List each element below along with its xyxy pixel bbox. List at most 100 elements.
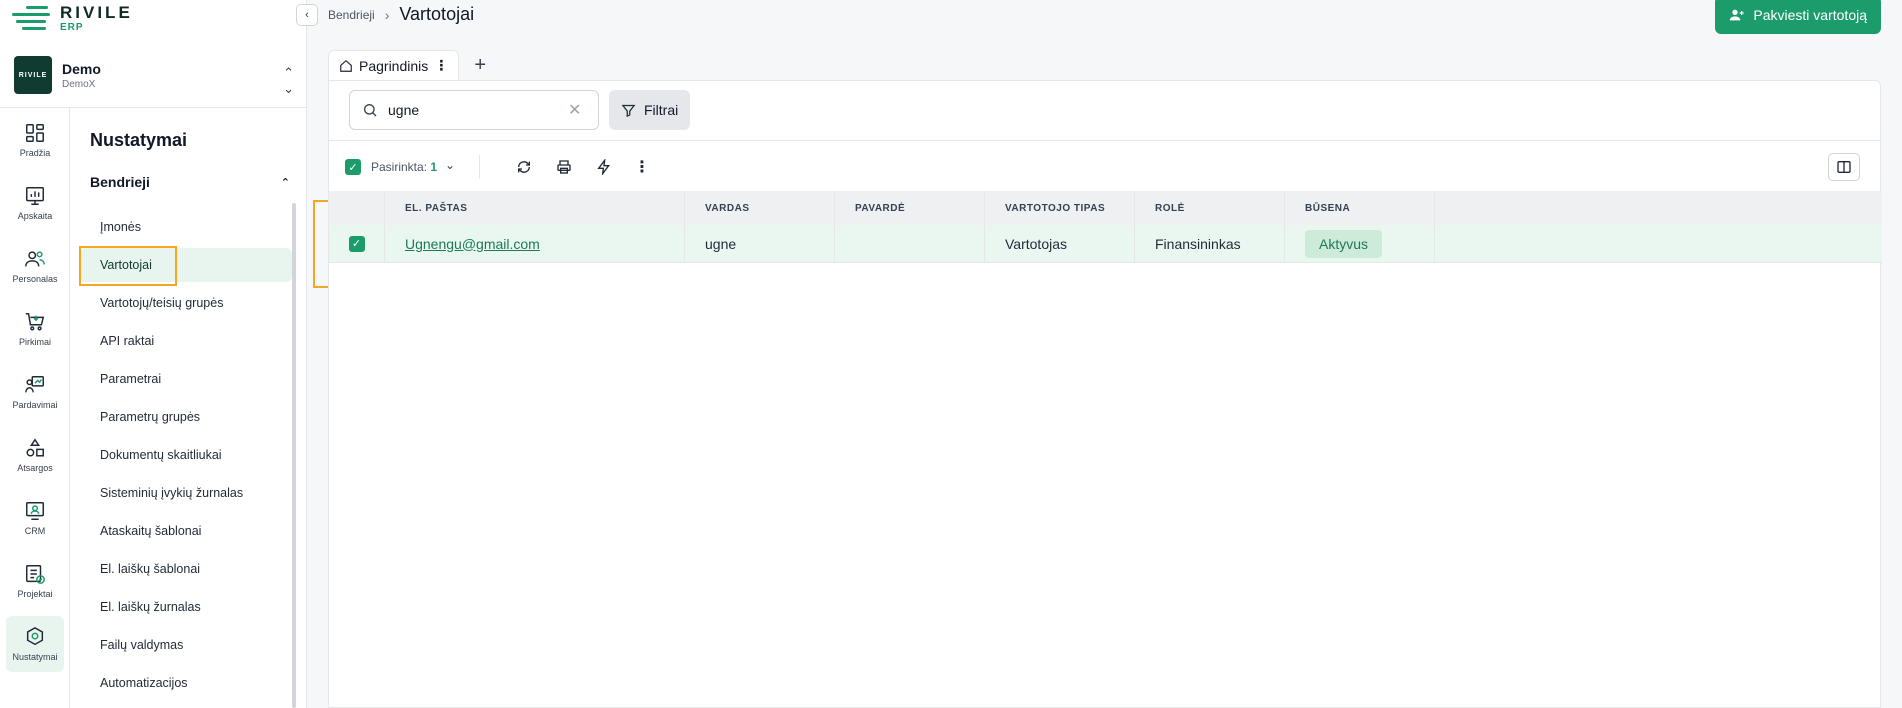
rail-item-pirkimai[interactable]: Pirkimai [6,301,64,357]
tab-pagrindinis[interactable]: Pagrindinis ⋮ [328,50,460,80]
rail-item-pradzia[interactable]: Pradžia [6,112,64,168]
rivile-logo[interactable]: RIVILE ERP [12,4,133,33]
breadcrumb-separator: › [384,6,390,23]
home-icon [340,59,352,72]
invite-user-button[interactable]: Pakviesti vartotoją [1715,0,1881,34]
subnav-item-parametru-grupes[interactable]: Parametrų grupės [80,400,292,434]
print-icon [557,160,571,174]
subnav-item-imones[interactable]: Įmonės [80,210,292,244]
search-field[interactable]: ✕ [349,90,599,130]
subnav-item-grupes[interactable]: Vartotojų/teisių grupės [80,286,292,320]
more-actions-button[interactable]: ⋮ [631,156,653,178]
subnav-item-automatizacijos[interactable]: Automatizacijos [80,666,292,700]
search-icon [364,104,377,117]
subnav-item-laisku-sablonai[interactable]: El. laiškų šablonai [80,552,292,586]
group-bendrieji[interactable]: Bendrieji ⌃ [90,174,290,190]
subnav-item-zurnalas[interactable]: Sisteminių įvykių žurnalas [80,476,292,510]
dashboard-icon [26,124,44,142]
company-logo: RIVILE [14,56,52,94]
users-panel: ✕ Filtrai ✓ Pasirinkta: 1 ⌄ ⋮ [328,80,1882,708]
table-header: EL. PAŠTAS VARDAS PAVARDĖ VARTOTOJO TIPA… [329,191,1882,225]
rail-item-apskaita[interactable]: Apskaita [6,175,64,231]
rail-item-atsargos[interactable]: Atsargos [6,427,64,483]
breadcrumb-bendrieji[interactable]: Bendrieji [328,8,375,22]
chart-icon [26,187,44,205]
column-vardas[interactable]: VARDAS [685,191,835,225]
column-pavarde[interactable]: PAVARDĖ [835,191,985,225]
subnav-item-ataskaitu-sablonai[interactable]: Ataskaitų šablonai [80,514,292,548]
chevron-updown-icon[interactable]: ⌃ ⌄ [283,65,294,97]
filter-icon [621,104,636,117]
filters-button[interactable]: Filtrai [609,90,691,130]
search-input[interactable] [388,102,558,118]
row-select-cell: ✓ [329,225,385,262]
table-row[interactable]: ✓ Ugnengu@gmail.com ugne Vartotojas Fina… [329,225,1882,263]
subnav-scrollbar[interactable] [292,203,296,708]
email-link[interactable]: Ugnengu@gmail.com [405,236,540,252]
logo-mark-icon [12,4,50,32]
column-busena[interactable]: BŪSENA [1285,191,1435,225]
filler-cell [1435,225,1882,262]
rail-item-personalas[interactable]: Personalas [6,238,64,294]
company-switcher[interactable]: RIVILE Demo DemoX ⌃ ⌄ [14,55,294,97]
lightning-icon [597,159,610,175]
first-name-cell: ugne [685,225,835,262]
subnav-item-api-raktai[interactable]: API raktai [80,324,292,358]
print-button[interactable] [553,156,575,178]
users-table: EL. PAŠTAS VARDAS PAVARDĖ VARTOTOJO TIPA… [329,191,1882,263]
columns-icon [1837,161,1851,173]
column-role[interactable]: ROLĖ [1135,191,1285,225]
rail-item-crm[interactable]: CRM [6,490,64,546]
subnav-item-skaitliukai[interactable]: Dokumentų skaitliukai [80,438,292,472]
column-vartotojo-tipas[interactable]: VARTOTOJO TIPAS [985,191,1135,225]
row-checkbox[interactable]: ✓ [348,235,365,252]
page-title: Vartotojai [399,4,475,24]
email-cell: Ugnengu@gmail.com [385,225,685,262]
column-email[interactable]: EL. PAŠTAS [385,191,685,225]
rail-item-projektai[interactable]: Projektai [6,553,64,609]
rail-item-nustatymai[interactable]: Nustatymai [6,616,64,672]
column-layout-button[interactable] [1828,153,1860,181]
last-name-cell [835,225,985,262]
view-tabs: Pagrindinis ⋮ + [328,50,497,80]
refresh-icon [518,161,530,173]
app-header-left: RIVILE ERP RIVILE Demo DemoX ⌃ ⌄ [0,0,307,108]
collapse-sidebar-button[interactable]: ‹ [296,4,318,26]
sales-icon [25,376,44,393]
add-tab-button[interactable]: + [463,50,497,80]
select-all-checkbox[interactable]: ✓ [345,159,361,175]
subnav-item-vartotojai[interactable]: Vartotojai [80,248,292,282]
brand-sub: ERP [60,22,84,33]
subnav-item-failu-valdymas[interactable]: Failų valdymas [80,628,292,662]
add-user-icon [1730,9,1745,21]
chevron-left-icon: ‹ [305,9,309,21]
chevron-down-icon[interactable]: ⌄ [445,158,455,172]
crm-icon [26,502,44,520]
column-select [329,191,385,225]
user-type-cell: Vartotojas [985,225,1135,262]
selected-count: Pasirinkta: 1 [371,160,438,174]
module-rail: Pradžia Apskaita Personalas Pirkimai Par… [0,108,70,708]
brand-name: RIVILE [60,3,133,22]
cart-icon [25,313,45,331]
table-toolbar: ✓ Pasirinkta: 1 ⌄ ⋮ [329,141,1880,191]
breadcrumb: Bendrieji › Vartotojai [328,4,474,25]
shapes-icon [26,438,44,457]
subnav-item-parametrai[interactable]: Parametrai [80,362,292,396]
people-icon [25,251,45,267]
actions-button[interactable] [593,156,615,178]
status-badge: Aktyvus [1305,229,1383,258]
subnav-item-laisku-zurnalas[interactable]: El. laiškų žurnalas [80,590,292,624]
project-icon [26,565,45,584]
clear-search-icon[interactable]: ✕ [568,100,581,120]
chevron-up-icon: ⌃ [280,176,290,189]
plus-icon: + [474,53,487,76]
company-name: Demo [62,60,101,77]
company-sub: DemoX [62,78,96,90]
settings-icon [26,626,44,646]
refresh-button[interactable] [513,156,535,178]
rail-item-pardavimai[interactable]: Pardavimai [6,364,64,420]
column-filler [1435,191,1882,225]
kebab-menu-icon[interactable]: ⋮ [434,57,448,74]
settings-subnav: Nustatymai Bendrieji ⌃ Įmonės Vartotojai… [70,108,307,708]
